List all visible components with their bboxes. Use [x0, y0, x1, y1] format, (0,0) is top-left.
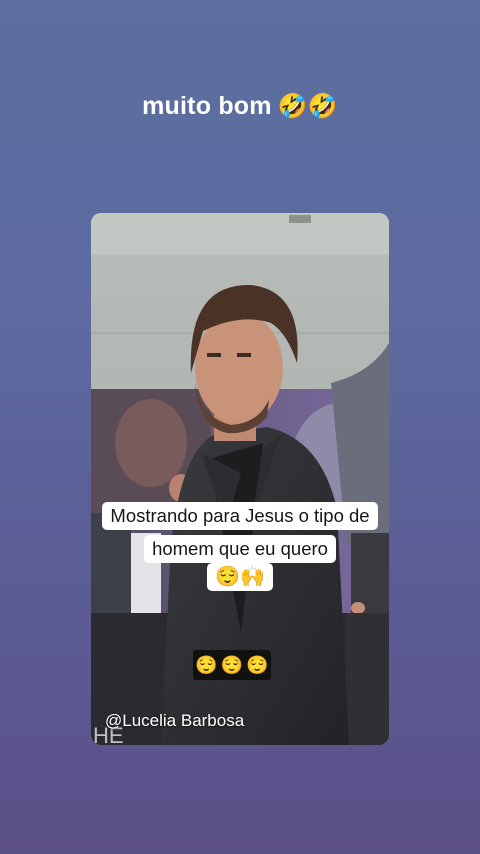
story-caption-text: muito bom: [142, 92, 272, 120]
relieved-emoji-icon: 😌: [246, 654, 269, 675]
emoji-strip: 😌 😌 😌: [193, 650, 271, 680]
laughing-emoji-icon: 🤣🤣: [277, 93, 338, 120]
video-post[interactable]: HE Mostrando para Jesus o tipo de homem …: [91, 213, 389, 745]
relieved-praise-emoji-icon: 😌🙌: [207, 563, 273, 591]
creator-watermark: @Lucelia Barbosa: [105, 711, 245, 730]
relieved-emoji-icon: 😌: [220, 654, 244, 675]
relieved-emoji-icon: 😌: [195, 654, 218, 675]
video-caption-line-2: homem que eu quero: [144, 535, 336, 563]
video-caption: Mostrando para Jesus o tipo de: [91, 502, 389, 530]
story-caption: muito bom 🤣🤣: [0, 92, 480, 121]
video-caption-line-1: Mostrando para Jesus o tipo de: [102, 502, 378, 530]
